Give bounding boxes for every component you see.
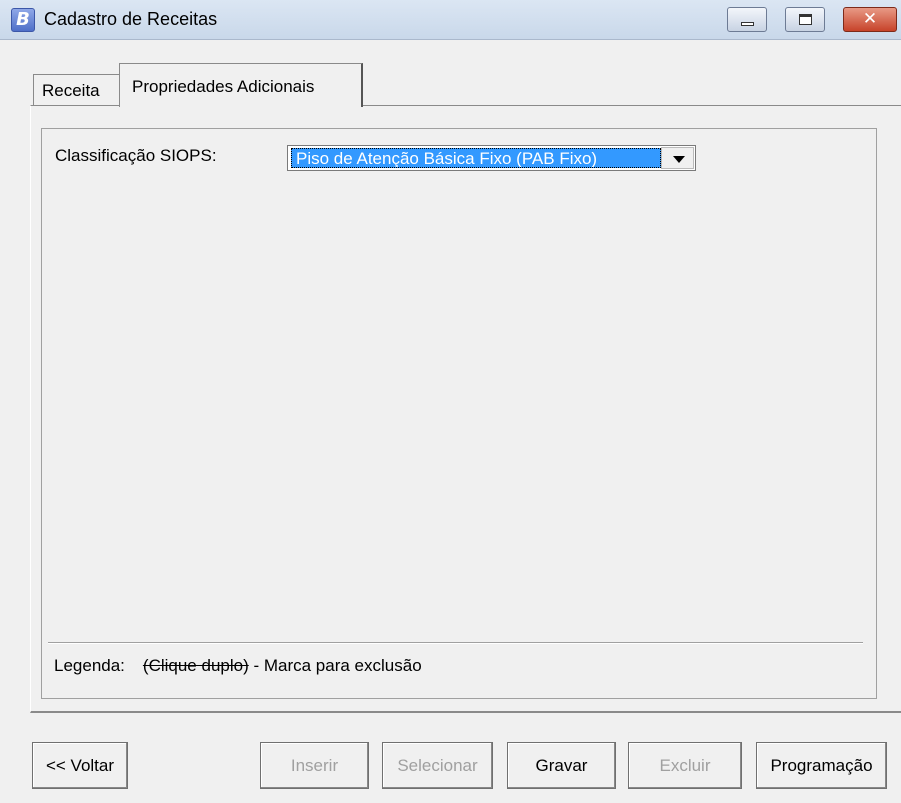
programacao-button[interactable]: Programação [756, 742, 887, 789]
gravar-button[interactable]: Gravar [507, 742, 616, 789]
legend-description: - Marca para exclusão [248, 656, 422, 675]
app-logo-icon: B [11, 8, 35, 32]
close-button[interactable]: ✕ [843, 7, 897, 32]
classificacao-siops-select[interactable]: Piso de Atenção Básica Fixo (PAB Fixo) [287, 145, 696, 171]
classificacao-siops-value[interactable]: Piso de Atenção Básica Fixo (PAB Fixo) [291, 148, 661, 168]
tab-receita[interactable]: Receita [33, 74, 121, 105]
minimize-icon [741, 22, 754, 26]
inserir-button[interactable]: Inserir [260, 742, 369, 789]
divider [48, 642, 863, 644]
maximize-button[interactable] [785, 7, 825, 32]
legend-key: (Clique duplo) [142, 656, 249, 675]
close-icon: ✕ [862, 9, 878, 29]
excluir-button[interactable]: Excluir [628, 742, 742, 789]
voltar-button[interactable]: << Voltar [32, 742, 128, 789]
legend-label: Legenda: [54, 656, 125, 675]
window-title: Cadastro de Receitas [44, 9, 218, 29]
title-bar[interactable]: B Cadastro de Receitas ✕ [0, 0, 901, 40]
properties-group [41, 128, 877, 699]
classificacao-siops-label: Classificação SIOPS: [55, 146, 217, 165]
minimize-button[interactable] [727, 7, 767, 32]
chevron-down-icon[interactable] [661, 147, 694, 169]
selecionar-button[interactable]: Selecionar [382, 742, 493, 789]
maximize-icon [799, 14, 812, 25]
tab-propriedades-adicionais[interactable]: Propriedades Adicionais [119, 63, 363, 107]
legend: Legenda: (Clique duplo) - Marca para excl… [54, 656, 422, 676]
